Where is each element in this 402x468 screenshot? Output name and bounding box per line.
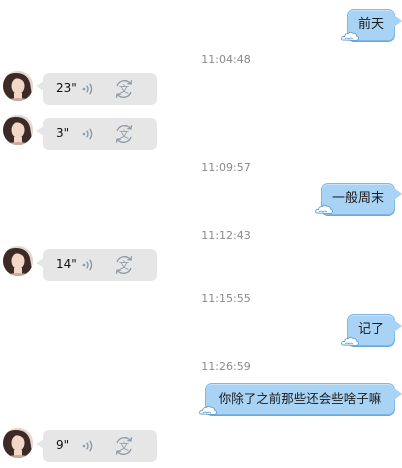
cloud-icon [199,404,217,416]
voice-wave-icon[interactable] [81,258,95,272]
timestamp: 11:26:59 [201,360,251,373]
voice-message-bubble[interactable]: 23" [43,73,157,105]
message-text: 记了 [357,322,384,337]
avatar[interactable] [3,71,33,101]
timestamp: 11:12:43 [201,229,251,242]
voice-wave-icon[interactable] [81,82,95,96]
cloud-icon [341,30,359,42]
translate-icon[interactable] [113,123,135,145]
voice-message-bubble[interactable]: 3" [43,118,157,150]
message-text: 一般周末 [331,191,384,206]
voice-duration: 14" [56,257,77,271]
bubble-tail [394,388,402,400]
voice-duration: 23" [56,81,77,95]
voice-wave-icon[interactable] [81,127,95,141]
translate-icon[interactable] [113,78,135,100]
translate-icon[interactable] [113,435,135,457]
bubble-tail [394,15,402,27]
message-text: 你除了之前那些还会些啥子嘛 [218,391,382,406]
bubble-tail [394,188,402,200]
voice-message-bubble[interactable]: 14" [43,249,157,281]
timestamp: 11:04:48 [201,53,251,66]
outgoing-message-bubble[interactable]: 你除了之前那些还会些啥子嘛 [205,383,395,415]
message-text: 前天 [357,17,384,32]
bubble-tail [394,320,402,332]
translate-icon[interactable] [113,254,135,276]
cloud-icon [315,203,333,215]
cloud-icon [341,335,359,347]
timestamp: 11:15:55 [201,292,251,305]
timestamp: 11:09:57 [201,161,251,174]
avatar[interactable] [3,246,33,276]
voice-duration: 9" [56,438,70,452]
avatar[interactable] [3,115,33,145]
voice-message-bubble[interactable]: 9" [43,430,157,462]
voice-wave-icon[interactable] [81,439,95,453]
avatar[interactable] [3,428,33,458]
voice-duration: 3" [56,126,70,140]
